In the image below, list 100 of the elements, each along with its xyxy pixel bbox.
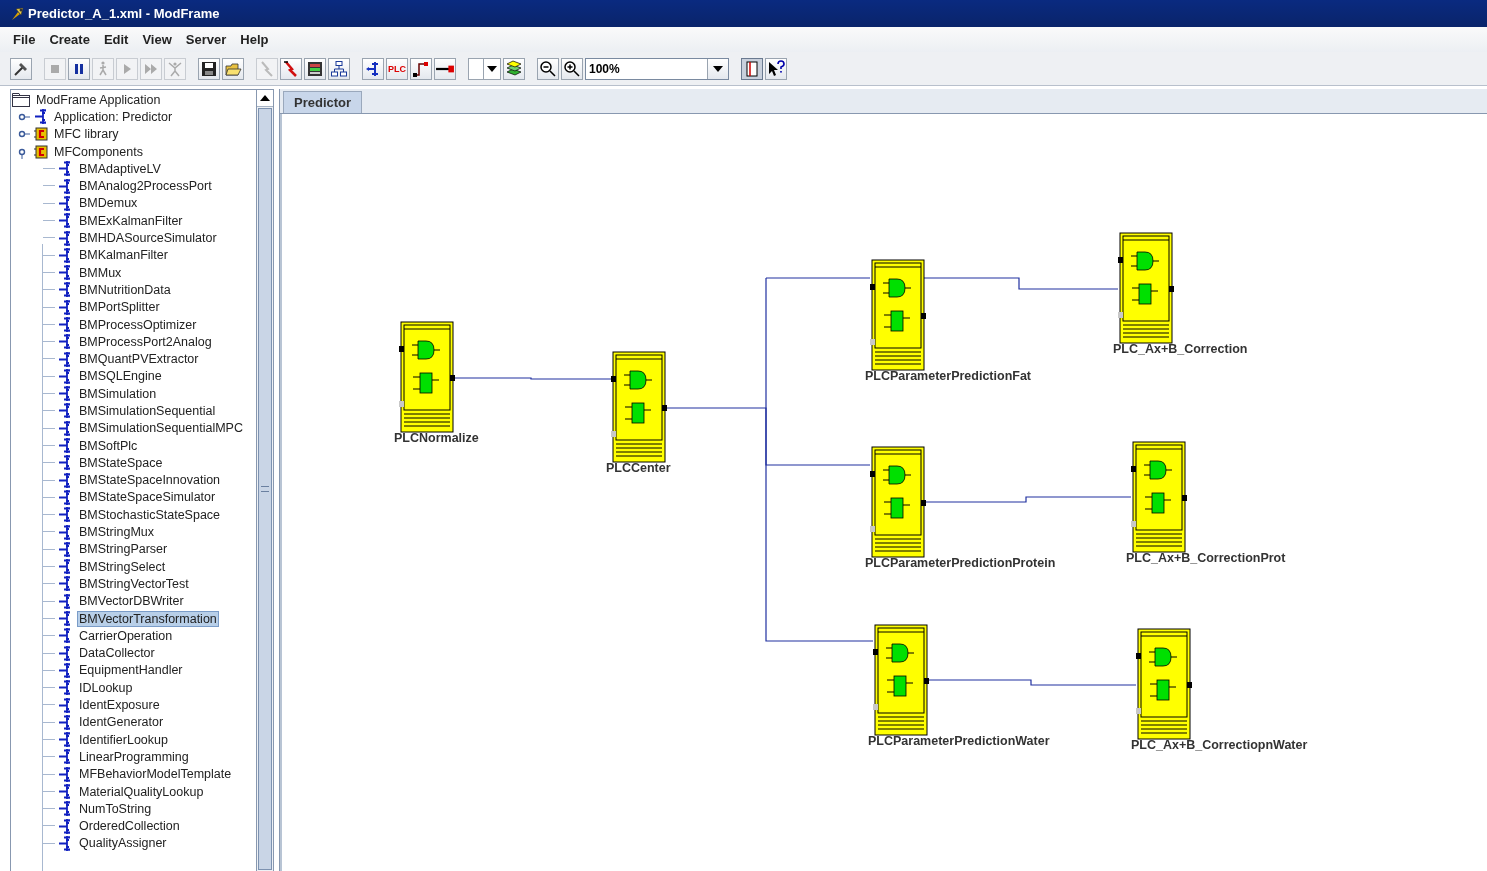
block-label: PLCParameterPredictionWater: [868, 734, 1050, 748]
tree-item[interactable]: MFBehaviorModelTemplate: [77, 766, 234, 783]
save-icon: [200, 59, 218, 78]
connector-button[interactable]: [410, 57, 432, 80]
component-icon: [57, 800, 73, 818]
zoomin-button[interactable]: [561, 57, 583, 80]
tree-item[interactable]: OrderedCollection: [77, 818, 182, 835]
component-icon: [57, 506, 73, 524]
tree-item[interactable]: BMSimulationSequentialMPC: [77, 420, 245, 437]
component-button[interactable]: [362, 57, 384, 80]
tree-item[interactable]: BMStringVectorTest: [77, 575, 191, 592]
tree-item[interactable]: BMHDASourceSimulator: [77, 230, 219, 246]
tree-item[interactable]: Application: Predictor: [52, 108, 175, 125]
line-button[interactable]: [434, 57, 456, 80]
hammer-button[interactable]: [10, 57, 32, 80]
component-icon: [57, 298, 73, 316]
tree-item[interactable]: BMAnalog2ProcessPort: [77, 178, 214, 195]
menu-item[interactable]: Edit: [96, 32, 136, 47]
layers-button[interactable]: [503, 57, 525, 80]
scrollbar[interactable]: [256, 90, 273, 871]
tree-item[interactable]: BMVectorDBWriter: [77, 593, 186, 610]
tab[interactable]: Predictor: [283, 91, 363, 113]
component-icon: [57, 471, 73, 489]
component-icon: [57, 696, 73, 714]
tree-item[interactable]: ModFrame Application: [34, 91, 163, 108]
menu-item[interactable]: Help: [233, 32, 276, 47]
window-title: Predictor_A_1.xml - ModFrame: [28, 6, 220, 21]
component-icon: [57, 333, 73, 351]
tree-item[interactable]: BMDemux: [77, 195, 140, 212]
up-arrow-icon[interactable]: [260, 95, 270, 101]
tree-item[interactable]: NumToString: [77, 800, 154, 817]
help-button[interactable]: [765, 57, 787, 80]
component-icon: [57, 610, 73, 628]
tree-item[interactable]: BMPortSplitter: [77, 299, 162, 316]
tree-item[interactable]: QualityAssigner: [77, 835, 169, 852]
hierarchy-button[interactable]: [328, 57, 350, 80]
tree-item[interactable]: LinearProgramming: [77, 748, 191, 765]
tree-item[interactable]: BMStringSelect: [77, 558, 168, 575]
zoomout-button[interactable]: [537, 57, 559, 80]
component-icon: [57, 316, 73, 333]
book-icon: [743, 59, 761, 78]
tree-item[interactable]: BMProcessPort2Analog: [77, 333, 214, 350]
tree-item[interactable]: BMVectorTransformation: [77, 610, 219, 627]
menu-item[interactable]: Create: [42, 32, 97, 47]
layers-icon: [505, 59, 523, 78]
dropdown-button[interactable]: [468, 57, 501, 80]
tree-item[interactable]: IdentGenerator: [77, 714, 166, 731]
tree-item[interactable]: CarrierOperation: [77, 627, 175, 644]
tree-item[interactable]: BMSimulation: [77, 385, 159, 402]
component-icon: [57, 281, 73, 299]
component-icon: [57, 627, 73, 645]
tree-item[interactable]: BMStringMux: [77, 524, 157, 541]
block-label: PLC_Ax+B_CorrectiopnWater: [1131, 738, 1308, 752]
component-icon: [57, 194, 73, 212]
component-icon: [57, 679, 73, 697]
tree-item[interactable]: BMExKalmanFilter: [77, 212, 185, 229]
zoom-combo-box[interactable]: 100%: [585, 57, 729, 80]
tree-item[interactable]: BMMux: [77, 264, 124, 281]
tree-item[interactable]: DataCollector: [77, 645, 157, 662]
tree-item[interactable]: BMNutritionData: [77, 281, 173, 298]
tree-item[interactable]: EquipmentHandler: [77, 662, 185, 679]
hierarchy-icon: [330, 59, 348, 78]
tree-item[interactable]: BMStateSpace: [77, 454, 165, 471]
open-button[interactable]: [222, 57, 244, 80]
tree-item[interactable]: BMSoftPlc: [77, 437, 140, 454]
tree-item[interactable]: IdentExposure: [77, 697, 162, 714]
tree-item[interactable]: BMKalmanFilter: [77, 247, 170, 264]
block-label: PLC_Ax+B_CorrectionProt: [1126, 551, 1286, 565]
pause-button[interactable]: [68, 57, 90, 80]
library-icon: [33, 143, 49, 160]
caret-icon: [713, 65, 723, 72]
menu-item[interactable]: Server: [178, 32, 234, 47]
tree-item[interactable]: BMStochasticStateSpace: [77, 506, 223, 523]
menu-item[interactable]: File: [6, 32, 43, 47]
tree-item[interactable]: BMStateSpaceSimulator: [77, 489, 218, 506]
tree-item[interactable]: BMStateSpaceInnovation: [77, 472, 223, 489]
tree-item[interactable]: MFC library: [52, 126, 121, 143]
block-label: PLC_Ax+B_Correction: [1113, 342, 1248, 356]
save-button[interactable]: [198, 57, 220, 80]
bolt-button[interactable]: [280, 57, 302, 80]
plc-button[interactable]: PLC: [386, 57, 408, 80]
tree-item[interactable]: BMSQLEngine: [77, 368, 164, 385]
tree-item[interactable]: IDLookup: [77, 679, 135, 696]
monitor-button[interactable]: [304, 57, 326, 80]
tree-item[interactable]: BMStringParser: [77, 541, 170, 558]
tree-item[interactable]: BMQuantPVExtractor: [77, 351, 201, 368]
tree-item[interactable]: IdentifierLookup: [77, 731, 170, 748]
component-icon: [57, 367, 73, 385]
tree-item[interactable]: MaterialQualityLookup: [77, 783, 206, 800]
tree-item[interactable]: BMProcessOptimizer: [77, 316, 199, 333]
component-icon: [57, 713, 73, 731]
component-icon: [57, 350, 73, 368]
tree-item[interactable]: MFComponents: [52, 143, 145, 160]
tree-item[interactable]: BMSimulationSequential: [77, 403, 218, 419]
book-button[interactable]: [741, 57, 763, 80]
menu-item[interactable]: View: [135, 32, 179, 47]
block-label: PLCCenter: [606, 461, 671, 475]
stretch-icon: [166, 59, 184, 78]
tree-item[interactable]: BMAdaptiveLV: [77, 160, 163, 177]
component-icon: [57, 731, 73, 749]
